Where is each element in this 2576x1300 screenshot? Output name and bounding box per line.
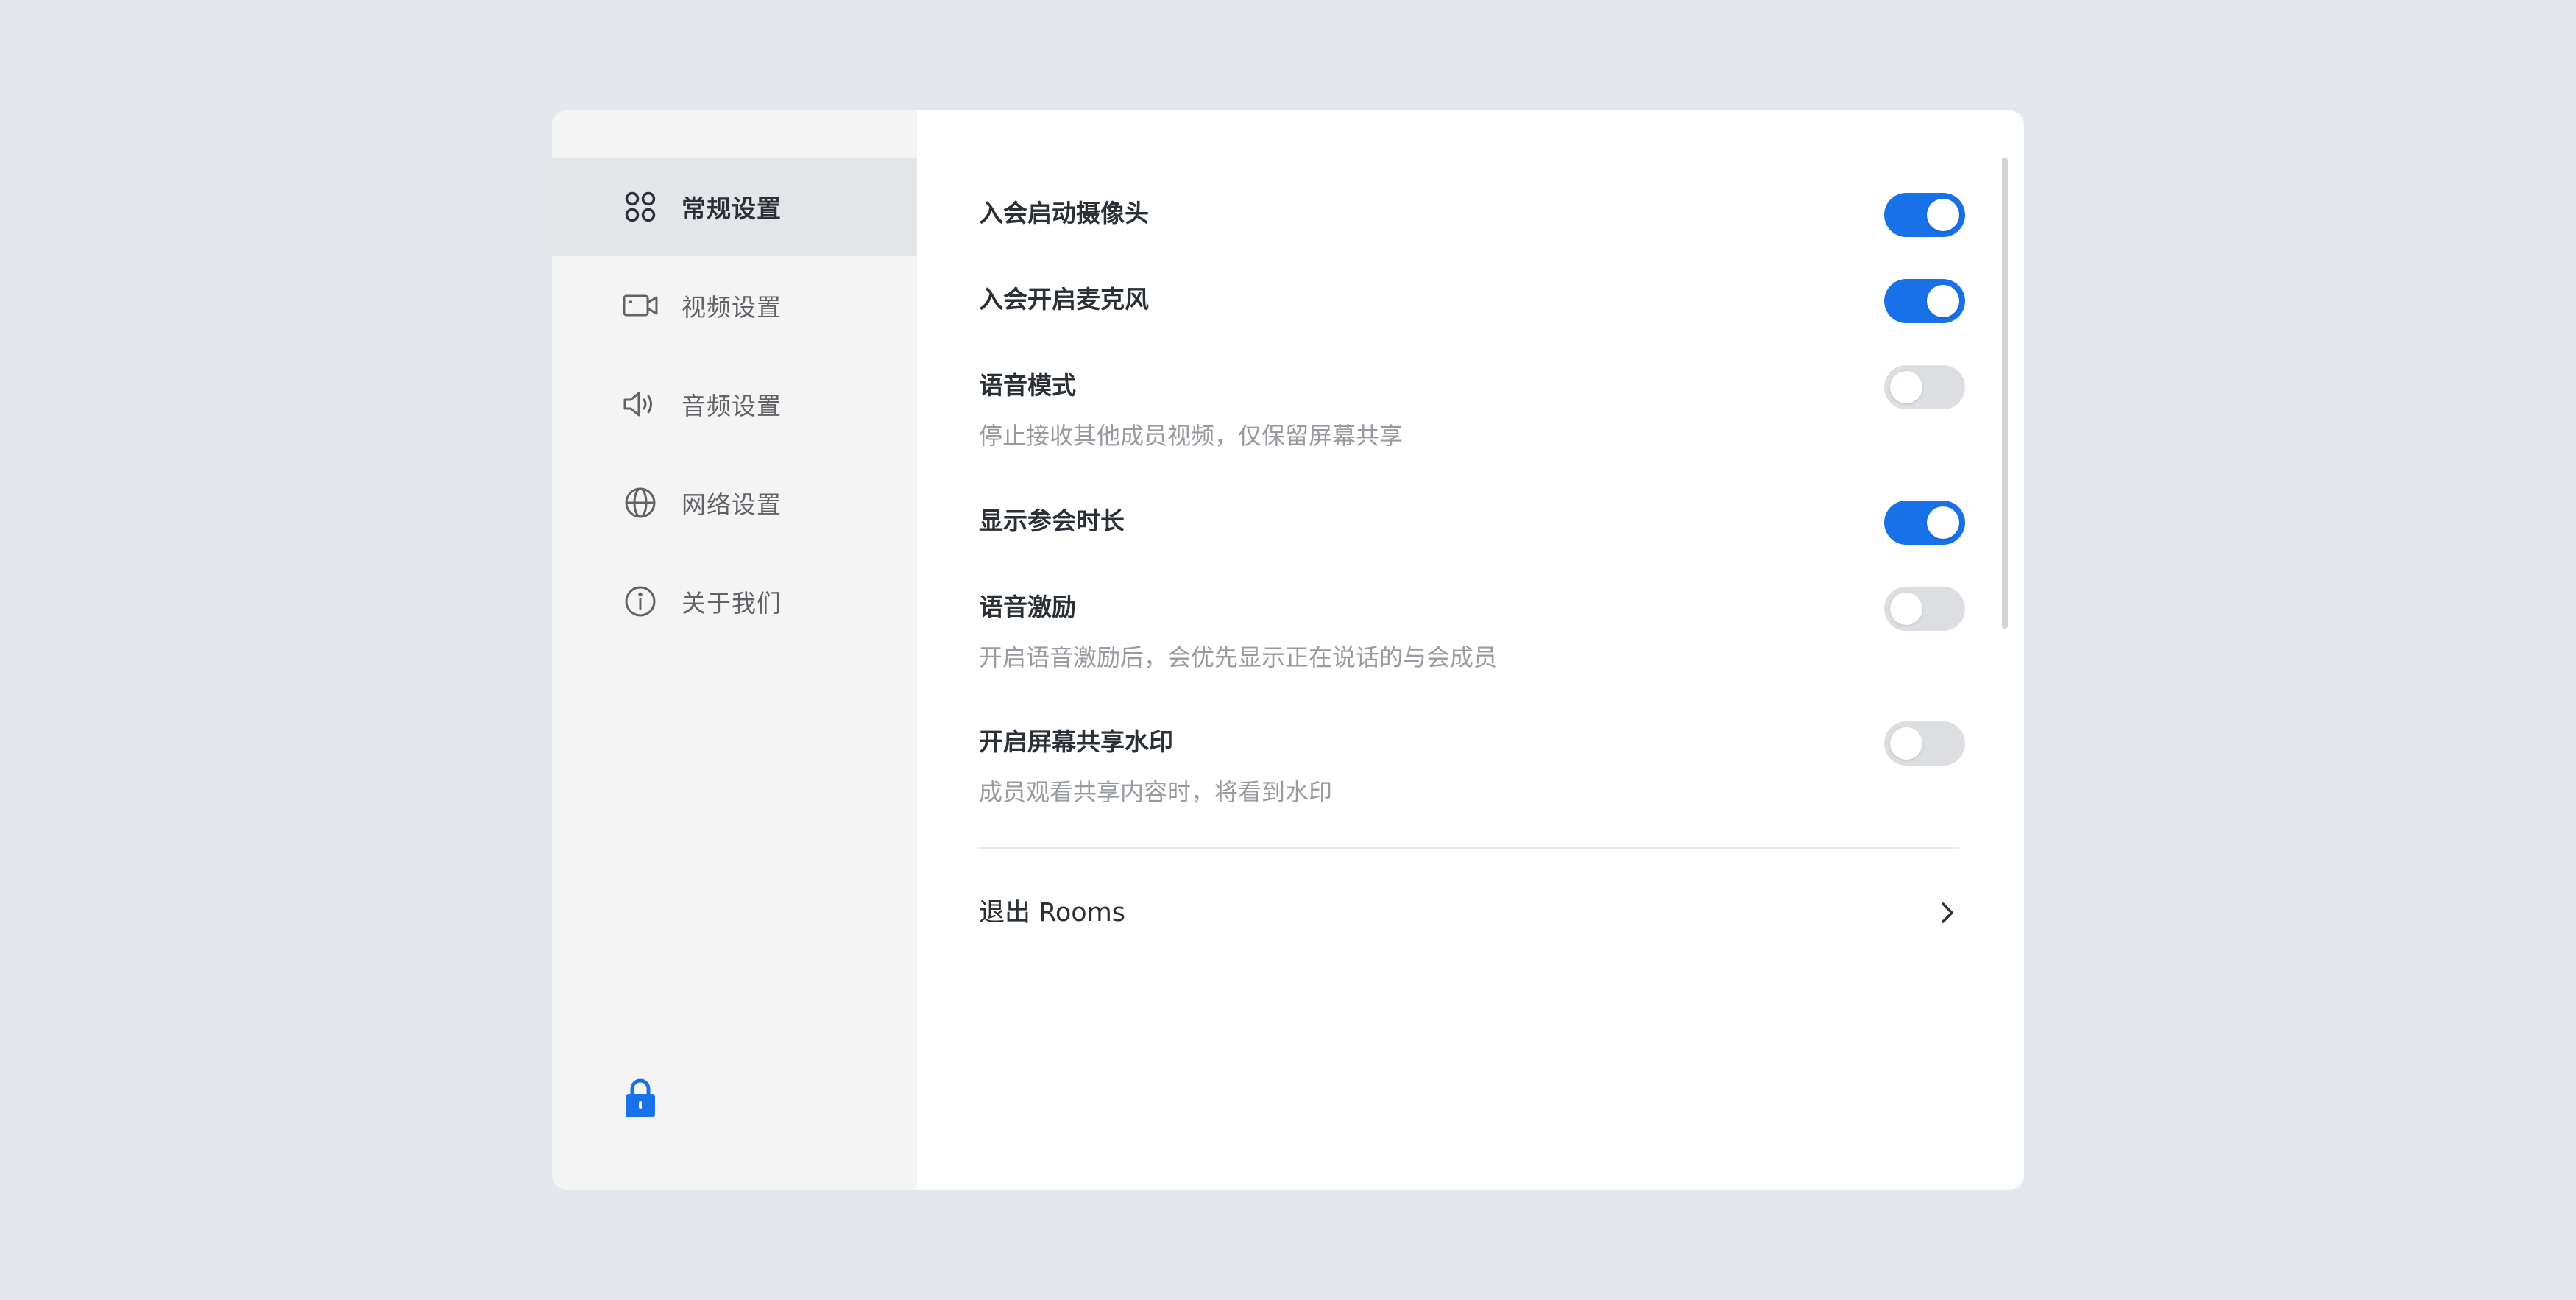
scrollbar[interactable] bbox=[2002, 158, 2008, 629]
toggle-knob bbox=[1890, 727, 1922, 760]
toggle-knob bbox=[1927, 285, 1959, 317]
video-camera-icon bbox=[623, 288, 658, 323]
setting-description: 停止接收其他成员视频，仅保留屏幕共享 bbox=[979, 422, 1404, 450]
speaker-icon bbox=[623, 386, 658, 422]
setting-description: 开启语音激励后，会优先显示正在说话的与会成员 bbox=[979, 643, 1498, 671]
chevron-right-icon bbox=[1939, 900, 1956, 926]
sidebar-item-label: 网络设置 bbox=[682, 490, 782, 519]
toggle-knob bbox=[1890, 593, 1922, 625]
sidebar: 常规设置 视频设置 音频设置 网络设置 关于我们 bbox=[552, 110, 917, 1190]
divider bbox=[979, 847, 1959, 849]
setting-row-microphone: 入会开启麦克风 bbox=[979, 270, 1965, 329]
logout-rooms-button[interactable]: 退出 Rooms bbox=[979, 891, 1959, 935]
setting-row-meeting-duration: 显示参会时长 bbox=[979, 492, 1965, 551]
sidebar-item-label: 常规设置 bbox=[682, 194, 782, 223]
setting-row-voice-mode: 语音模式 停止接收其他成员视频，仅保留屏幕共享 bbox=[979, 356, 1965, 467]
sidebar-item-label: 视频设置 bbox=[682, 293, 782, 322]
sidebar-item-network[interactable]: 网络设置 bbox=[552, 453, 917, 552]
setting-title: 显示参会时长 bbox=[979, 506, 1125, 535]
share-watermark-toggle[interactable] bbox=[1884, 721, 1965, 766]
sidebar-item-video[interactable]: 视频设置 bbox=[552, 256, 917, 355]
meeting-duration-toggle[interactable] bbox=[1884, 501, 1965, 545]
setting-row-voice-activation: 语音激励 开启语音激励后，会优先显示正在说话的与会成员 bbox=[979, 578, 1965, 688]
sidebar-item-label: 关于我们 bbox=[682, 589, 782, 618]
globe-icon bbox=[623, 485, 658, 520]
logout-label: 退出 Rooms bbox=[979, 898, 1126, 928]
voice-activation-toggle[interactable] bbox=[1884, 587, 1965, 631]
camera-toggle[interactable] bbox=[1884, 193, 1965, 237]
sidebar-item-general[interactable]: 常规设置 bbox=[552, 158, 917, 256]
setting-title: 入会开启麦克风 bbox=[979, 285, 1149, 314]
sidebar-nav: 常规设置 视频设置 音频设置 网络设置 关于我们 bbox=[552, 158, 917, 651]
voice-mode-toggle[interactable] bbox=[1884, 365, 1965, 409]
toggle-knob bbox=[1890, 371, 1922, 403]
setting-row-share-watermark: 开启屏幕共享水印 成员观看共享内容时，将看到水印 bbox=[979, 713, 1965, 823]
settings-window: 常规设置 视频设置 音频设置 网络设置 关于我们 入会启动摄像头 入会开启麦克风… bbox=[552, 110, 2024, 1190]
setting-title: 开启屏幕共享水印 bbox=[979, 727, 1173, 756]
lock-icon[interactable] bbox=[623, 1078, 658, 1119]
setting-title: 语音激励 bbox=[979, 593, 1076, 621]
sidebar-item-label: 音频设置 bbox=[682, 392, 782, 420]
setting-description: 成员观看共享内容时，将看到水印 bbox=[979, 778, 1333, 806]
apps-grid-icon bbox=[623, 189, 658, 225]
setting-title: 语音模式 bbox=[979, 371, 1076, 400]
microphone-toggle[interactable] bbox=[1884, 279, 1965, 323]
info-icon bbox=[623, 584, 658, 619]
setting-title: 入会启动摄像头 bbox=[979, 199, 1149, 227]
sidebar-item-audio[interactable]: 音频设置 bbox=[552, 355, 917, 453]
setting-row-camera: 入会启动摄像头 bbox=[979, 184, 1965, 243]
toggle-knob bbox=[1927, 199, 1959, 231]
settings-panel: 入会启动摄像头 入会开启麦克风 语音模式 停止接收其他成员视频，仅保留屏幕共享 … bbox=[917, 110, 2024, 1190]
sidebar-item-about[interactable]: 关于我们 bbox=[552, 552, 917, 651]
toggle-knob bbox=[1927, 506, 1959, 539]
